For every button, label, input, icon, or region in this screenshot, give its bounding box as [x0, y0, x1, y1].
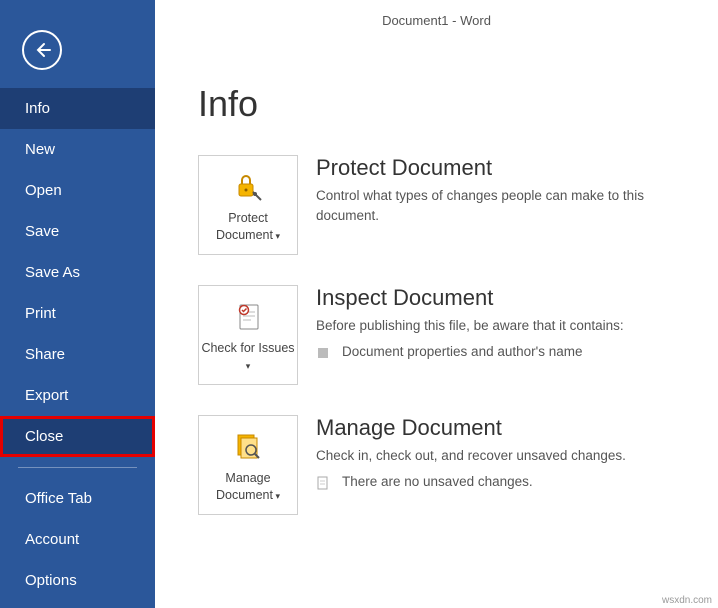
manage-bullet-text: There are no unsaved changes. [342, 474, 533, 489]
nav-divider [18, 467, 137, 468]
page-title: Info [198, 83, 718, 125]
backstage-sidebar: Info New Open Save Save As Print Share E… [0, 0, 155, 608]
inspect-desc: Before publishing this file, be aware th… [316, 316, 706, 336]
dropdown-indicator-icon [246, 358, 251, 372]
protect-desc: Control what types of changes people can… [316, 186, 706, 225]
inspect-title: Inspect Document [316, 285, 706, 311]
nav-share[interactable]: Share [0, 334, 155, 375]
nav-options[interactable]: Options [0, 560, 155, 601]
back-button[interactable] [22, 30, 62, 70]
watermark: wsxdn.com [662, 595, 712, 606]
inspect-tile-label: Check for Issues [201, 340, 295, 373]
dropdown-indicator-icon [273, 488, 280, 502]
document-check-icon [231, 297, 265, 337]
nav-open[interactable]: Open [0, 170, 155, 211]
bullet-square-icon [316, 346, 330, 360]
dropdown-indicator-icon [273, 228, 280, 242]
inspect-bullet: Document properties and author's name [316, 344, 706, 360]
nav-save[interactable]: Save [0, 211, 155, 252]
nav-export[interactable]: Export [0, 375, 155, 416]
section-manage: Manage Document Manage Document Check in… [198, 415, 718, 515]
nav-office-tab[interactable]: Office Tab [0, 478, 155, 519]
document-small-icon [316, 476, 330, 490]
main-panel: Document1 - Word Info Protect Document P… [155, 0, 718, 608]
nav-new[interactable]: New [0, 129, 155, 170]
nav-info[interactable]: Info [0, 88, 155, 129]
inspect-bullet-text: Document properties and author's name [342, 344, 582, 359]
protect-tile-label: Protect Document [201, 210, 295, 243]
manage-bullet: There are no unsaved changes. [316, 474, 706, 490]
nav-close[interactable]: Close [0, 416, 155, 457]
back-arrow-icon [32, 40, 52, 60]
nav-print[interactable]: Print [0, 293, 155, 334]
protect-document-tile[interactable]: Protect Document [198, 155, 298, 255]
section-protect: Protect Document Protect Document Contro… [198, 155, 718, 255]
document-magnify-icon [231, 427, 265, 467]
manage-desc: Check in, check out, and recover unsaved… [316, 446, 706, 466]
nav-save-as[interactable]: Save As [0, 252, 155, 293]
check-for-issues-tile[interactable]: Check for Issues [198, 285, 298, 385]
manage-title: Manage Document [316, 415, 706, 441]
manage-document-tile[interactable]: Manage Document [198, 415, 298, 515]
window-title: Document1 - Word [155, 0, 718, 28]
lock-icon [231, 167, 265, 207]
protect-title: Protect Document [316, 155, 706, 181]
section-inspect: Check for Issues Inspect Document Before… [198, 285, 718, 385]
nav-account[interactable]: Account [0, 519, 155, 560]
manage-tile-label: Manage Document [201, 470, 295, 503]
